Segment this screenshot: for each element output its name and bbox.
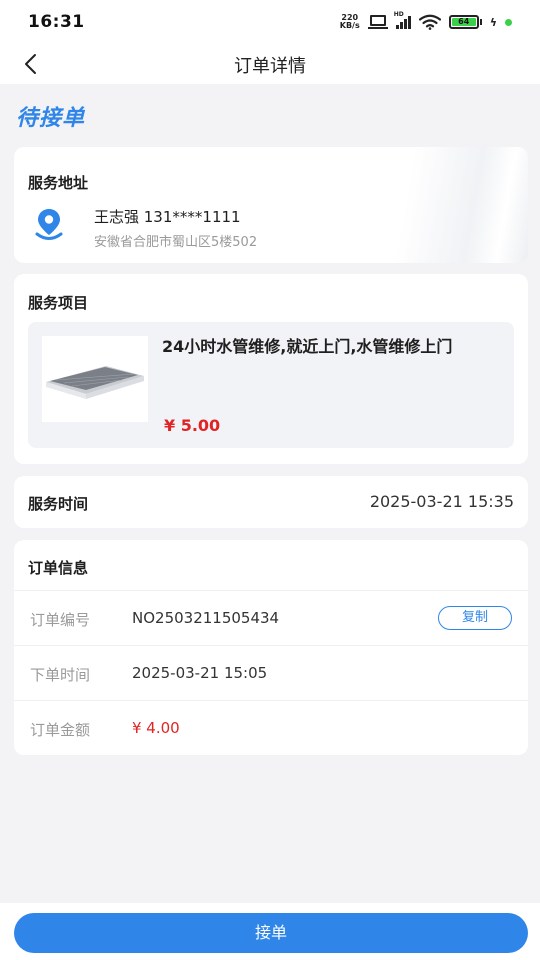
contact-name-phone: 王志强 131****1111 — [94, 208, 241, 226]
service-item-price: ¥ 5.00 — [164, 416, 221, 435]
battery-icon: 64 — [448, 15, 482, 29]
accept-order-button[interactable]: 接单 — [14, 913, 528, 953]
order-info-card: 订单信息 订单编号 NO2503211505434 复制 下单时间 2025-0… — [14, 540, 528, 755]
signal-hd-label: HD — [393, 11, 404, 18]
signal-icon: HD — [394, 11, 411, 29]
status-time: 16:31 — [28, 12, 85, 32]
network-speed-unit: KB/s — [339, 21, 360, 30]
bottom-action-bar: 接单 — [0, 903, 540, 960]
nav-bar: 订单详情 — [0, 44, 540, 84]
service-time-card: 服务时间 2025-03-21 15:35 — [14, 476, 528, 528]
order-time-value: 2025-03-21 15:05 — [132, 664, 268, 682]
service-item[interactable]: 24小时水管维修,就近上门,水管维修上门 ¥ 5.00 — [28, 322, 514, 448]
charging-bolt-icon: ϟ — [489, 15, 497, 29]
service-item-title: 服务项目 — [28, 294, 89, 312]
order-number-value: NO2503211505434 — [132, 609, 280, 627]
service-item-name: 24小时水管维修,就近上门,水管维修上门 — [162, 337, 453, 356]
wifi-icon — [418, 14, 441, 30]
product-thumbnail — [42, 336, 148, 422]
address-detail: 安徽省合肥市蜀山区5楼502 — [94, 235, 258, 250]
service-address-card: 服务地址 王志强 131****1111 安徽省合肥市蜀山区5楼502 — [14, 147, 528, 263]
order-status-heading: 待接单 — [16, 106, 86, 131]
order-amount-value: ¥ 4.00 — [132, 719, 180, 737]
laptop-icon — [367, 15, 388, 29]
order-number-label: 订单编号 — [30, 611, 91, 629]
order-info-title: 订单信息 — [28, 559, 89, 577]
service-address-title: 服务地址 — [28, 174, 89, 192]
battery-level: 64 — [451, 18, 476, 26]
indicator-dot-icon — [505, 18, 512, 26]
order-amount-label: 订单金额 — [30, 721, 91, 739]
status-icons: 220 KB/s HD 64 ϟ — [340, 11, 512, 30]
service-time-label: 服务时间 — [28, 495, 89, 513]
order-number-row: 订单编号 NO2503211505434 复制 — [14, 590, 528, 645]
order-amount-row: 订单金额 ¥ 4.00 — [14, 700, 528, 755]
status-bar: 16:31 220 KB/s HD 64 ϟ — [0, 0, 540, 44]
order-time-label: 下单时间 — [30, 666, 91, 684]
order-time-row: 下单时间 2025-03-21 15:05 — [14, 645, 528, 700]
network-speed: 220 KB/s — [340, 14, 360, 30]
copy-button[interactable]: 复制 — [438, 606, 512, 630]
page-title: 订单详情 — [234, 56, 306, 77]
location-pin-icon — [35, 209, 63, 240]
service-time-value: 2025-03-21 15:35 — [369, 492, 514, 511]
service-item-card: 服务项目 24小时水管维修,就近上门,水管维修上门 ¥ 5.00 — [14, 274, 528, 464]
